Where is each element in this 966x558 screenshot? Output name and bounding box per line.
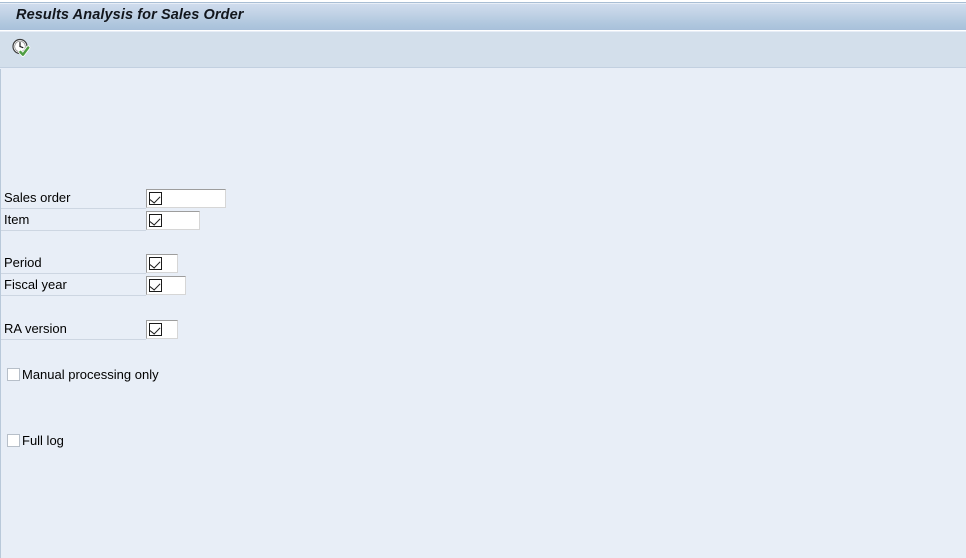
multiple-selection-icon[interactable] [149, 214, 162, 227]
page-title: Results Analysis for Sales Order [16, 7, 244, 23]
input-wrapper-ra-version [146, 320, 178, 339]
input-wrapper-item [146, 211, 200, 230]
checkbox-row-manual-processing-only[interactable]: Manual processing only [7, 366, 159, 382]
checkbox-label-manual-processing-only[interactable]: Manual processing only [22, 367, 159, 382]
field-row-period: Period [1, 253, 178, 274]
label-item: Item [1, 211, 146, 231]
multiple-selection-icon[interactable] [149, 323, 162, 336]
sap-application-window: Results Analysis for Sales Order © www.t… [0, 0, 966, 558]
label-fiscal-year: Fiscal year [1, 276, 146, 296]
multiple-selection-icon[interactable] [149, 192, 162, 205]
input-period[interactable] [162, 256, 177, 271]
label-sales-order: Sales order [1, 189, 146, 209]
field-row-item: Item [1, 210, 200, 231]
checkbox-full-log[interactable] [7, 433, 20, 447]
clock-check-execute-icon [11, 38, 31, 61]
input-wrapper-period [146, 254, 178, 273]
checkbox-row-full-log[interactable]: Full log [7, 432, 64, 448]
multiple-selection-icon[interactable] [149, 279, 162, 292]
execute-button[interactable] [8, 36, 34, 62]
label-period: Period [1, 254, 146, 274]
multiple-selection-icon[interactable] [149, 257, 162, 270]
input-wrapper-fiscal-year [146, 276, 186, 295]
selection-screen: Sales order Item Period Fiscal year RA versi… [0, 69, 966, 558]
checkbox-manual-processing-only[interactable] [7, 367, 20, 381]
label-ra-version: RA version [1, 320, 146, 340]
input-ra-version[interactable] [162, 322, 177, 337]
field-row-sales-order: Sales order [1, 188, 226, 209]
field-row-ra-version: RA version [1, 319, 178, 340]
input-fiscal-year[interactable] [162, 278, 185, 293]
window-top-strip [0, 0, 966, 3]
checkbox-label-full-log[interactable]: Full log [22, 433, 64, 448]
input-wrapper-sales-order [146, 189, 226, 208]
input-sales-order[interactable] [162, 191, 225, 206]
field-row-fiscal-year: Fiscal year [1, 275, 186, 296]
title-bar: Results Analysis for Sales Order [0, 4, 966, 31]
application-toolbar: © www.tutorialkart.com [0, 32, 966, 95]
input-item[interactable] [162, 213, 199, 228]
